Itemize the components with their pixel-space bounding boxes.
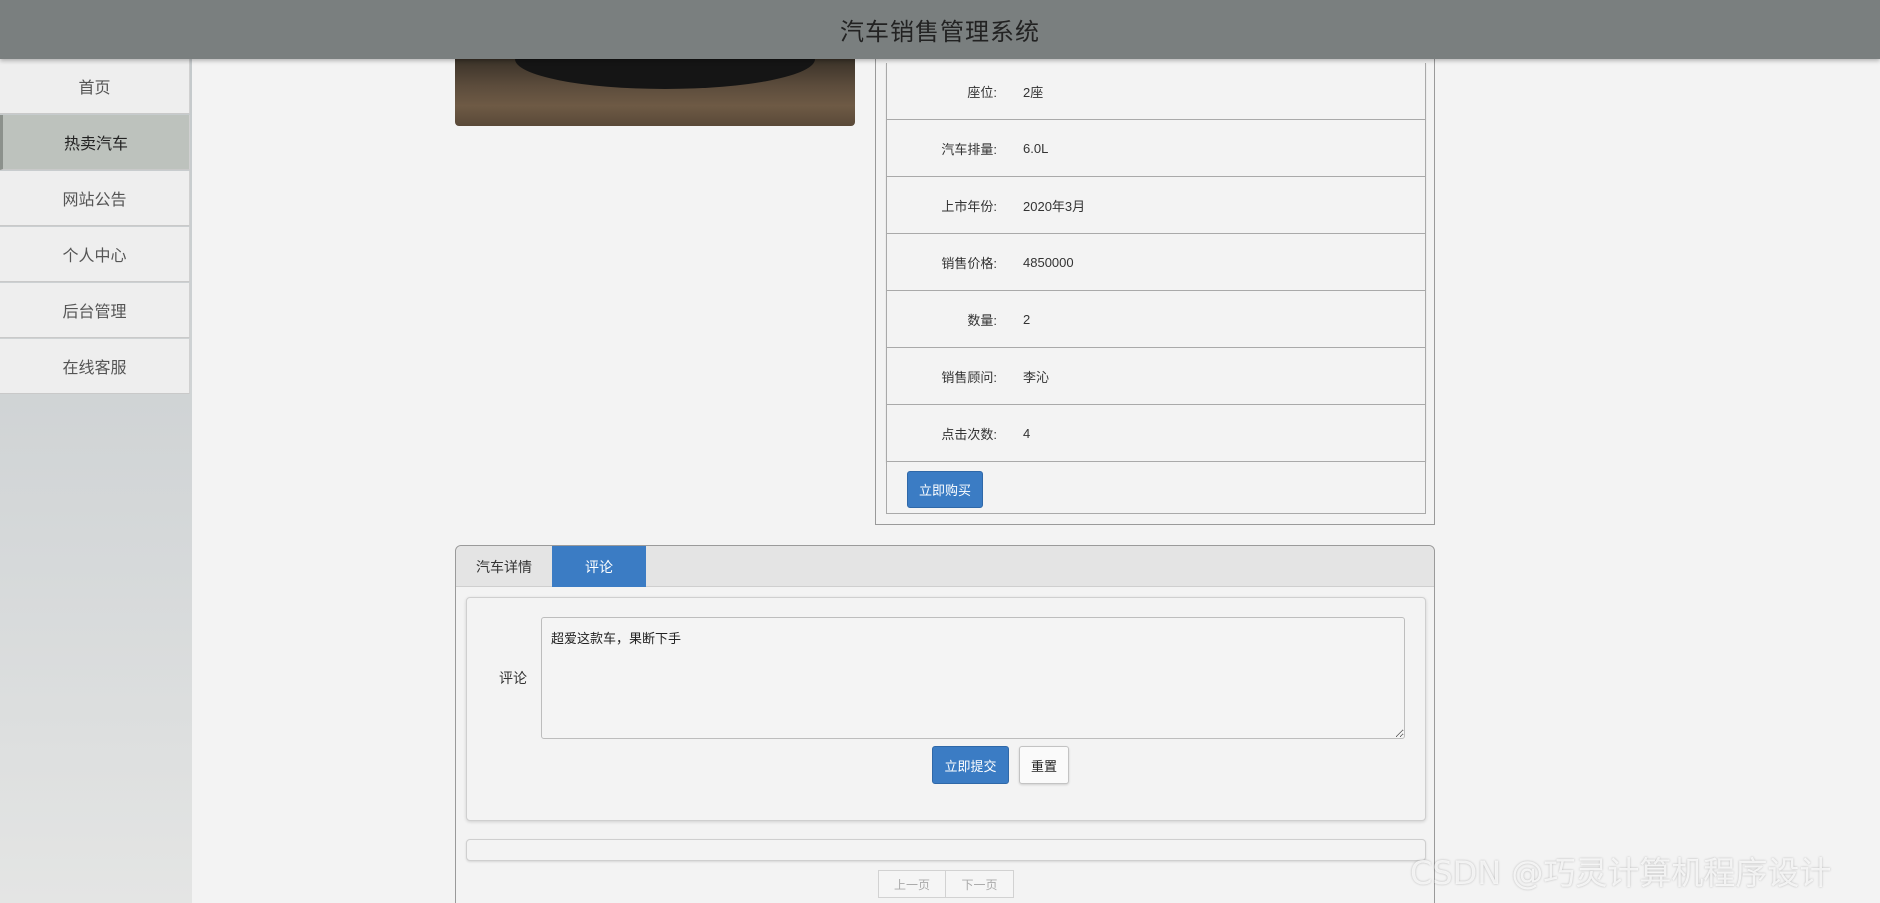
info-row-sales-advisor: 销售顾问: 李沁 — [886, 348, 1426, 405]
info-value: 6.0L — [1023, 140, 1049, 156]
info-row-seats: 座位: 2座 — [886, 63, 1426, 120]
next-page-button[interactable]: 下一页 — [946, 870, 1014, 898]
tab-comments[interactable]: 评论 — [552, 546, 646, 587]
car-image — [455, 59, 855, 126]
sidebar-item-label: 网站公告 — [62, 192, 127, 209]
info-row-click-count: 点击次数: 4 — [886, 405, 1426, 462]
sidebar-item-admin[interactable]: 后台管理 — [0, 283, 190, 338]
info-label: 座位: — [967, 84, 997, 100]
info-row-price: 销售价格: 4850000 — [886, 234, 1426, 291]
info-label: 数量: — [967, 312, 997, 328]
info-value: 李沁 — [1023, 369, 1050, 385]
info-row-quantity: 数量: 2 — [886, 291, 1426, 348]
sidebar-item-announcements[interactable]: 网站公告 — [0, 171, 190, 226]
sidebar-item-label: 首页 — [78, 80, 111, 97]
car-info-panel: 座位: 2座 汽车排量: 6.0L 上市年份: 2020年3月 销售价格: 48… — [875, 59, 1435, 525]
info-label: 销售顾问: — [941, 369, 997, 385]
sidebar-item-home[interactable]: 首页 — [0, 59, 190, 114]
info-label: 销售价格: — [941, 255, 997, 271]
tabs-panel: 汽车详情 评论 评论 超爱这款车，果断下手 立即提交 重置 上一页 下一页 — [455, 545, 1435, 903]
comment-list — [466, 839, 1426, 861]
comment-label: 评论 — [499, 670, 527, 686]
sidebar-item-label: 在线客服 — [62, 360, 127, 377]
submit-button[interactable]: 立即提交 — [932, 746, 1009, 784]
app-header: 汽车销售管理系统 — [0, 0, 1880, 59]
sidebar-item-label: 个人中心 — [62, 248, 127, 265]
sidebar-item-profile[interactable]: 个人中心 — [0, 227, 190, 282]
info-row-displacement: 汽车排量: 6.0L — [886, 120, 1426, 177]
watermark: CSDN @巧灵计算机程序设计 — [1410, 854, 1832, 892]
info-value: 2座 — [1023, 84, 1044, 100]
pagination: 上一页 下一页 — [878, 870, 1014, 898]
tab-bar: 汽车详情 评论 — [456, 546, 1434, 587]
sidebar-item-customer-service[interactable]: 在线客服 — [0, 339, 190, 394]
car-tire-graphic — [515, 59, 815, 89]
info-label: 汽车排量: — [941, 141, 997, 157]
tab-label: 汽车详情 — [476, 558, 532, 575]
info-row-launch-year: 上市年份: 2020年3月 — [886, 177, 1426, 234]
sidebar-item-label: 热卖汽车 — [63, 136, 128, 153]
info-label: 上市年份: — [941, 198, 997, 214]
info-value: 2020年3月 — [1023, 198, 1086, 214]
comment-textarea[interactable]: 超爱这款车，果断下手 — [541, 617, 1405, 739]
info-value: 4 — [1023, 425, 1031, 441]
sidebar: 首页 热卖汽车 网站公告 个人中心 后台管理 在线客服 — [0, 59, 192, 903]
reset-button[interactable]: 重置 — [1019, 746, 1069, 784]
info-value: 4850000 — [1023, 254, 1074, 270]
app-title: 汽车销售管理系统 — [840, 19, 1040, 46]
buy-now-button[interactable]: 立即购买 — [907, 471, 983, 508]
sidebar-item-hot-cars[interactable]: 热卖汽车 — [0, 115, 190, 170]
tab-car-details[interactable]: 汽车详情 — [456, 546, 552, 587]
buy-row: 立即购买 — [886, 462, 1426, 514]
prev-page-button[interactable]: 上一页 — [878, 870, 946, 898]
info-label: 点击次数: — [941, 426, 997, 442]
sidebar-item-label: 后台管理 — [62, 304, 127, 321]
info-value: 2 — [1023, 311, 1031, 327]
tab-label: 评论 — [585, 558, 613, 575]
comment-form: 评论 超爱这款车，果断下手 立即提交 重置 — [466, 597, 1426, 821]
